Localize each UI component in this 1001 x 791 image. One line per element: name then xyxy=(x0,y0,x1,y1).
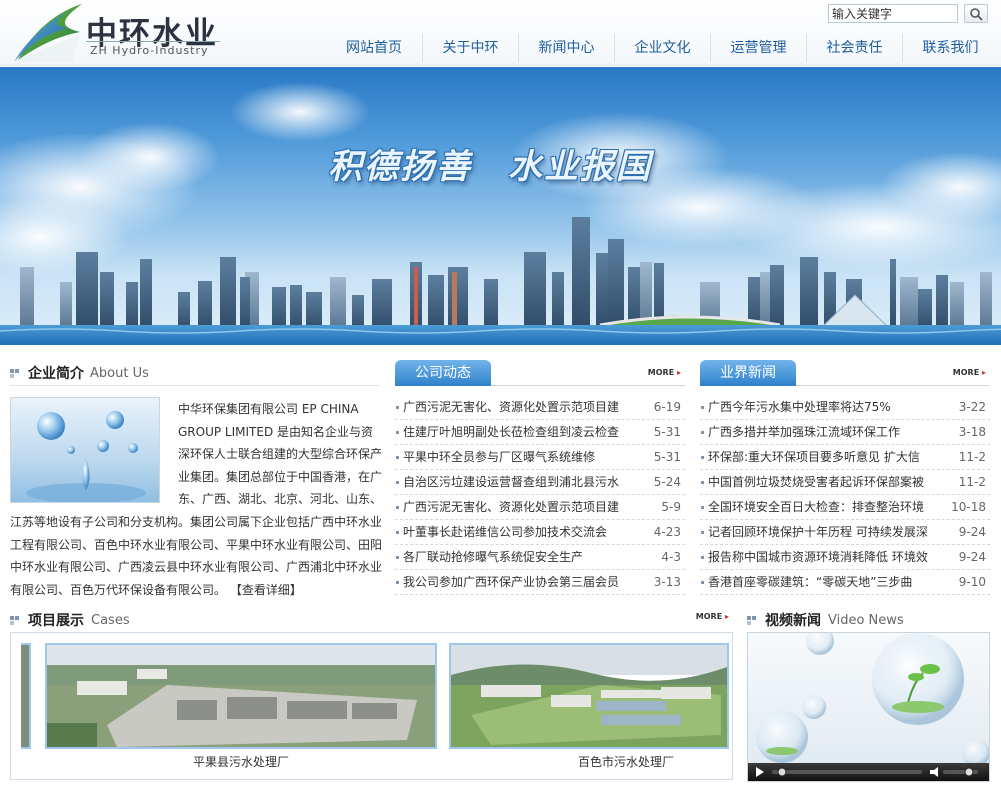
nav-operations[interactable]: 运营管理 xyxy=(710,34,806,62)
nav-contact[interactable]: 联系我们 xyxy=(902,34,998,62)
list-item[interactable]: 报告称中国城市资源环境消耗降低 环境效 9-24 xyxy=(700,545,990,570)
case-image-pingguo[interactable] xyxy=(45,643,437,749)
video-thumbnail xyxy=(756,633,989,767)
search-button[interactable] xyxy=(964,4,988,23)
logo-divider xyxy=(86,41,220,42)
industry-news-header: 业界新闻 MORE ▸ xyxy=(700,360,990,386)
industry-news-list: 广西今年污水集中处理率将达75% 3-22 广西多措并举加强珠江流域环保工作 3-1… xyxy=(700,395,990,595)
list-item[interactable]: 全国环境安全百日大检查：排查整治环境 10-18 xyxy=(700,495,990,520)
nav-culture[interactable]: 企业文化 xyxy=(614,34,710,62)
main-nav: 网站首页 关于中环 新闻中心 企业文化 运营管理 社会责任 联系我们 xyxy=(326,34,998,62)
list-item[interactable]: 广西污泥无害化、资源化处置示范项目建 5-9 xyxy=(395,495,685,520)
list-item[interactable]: 记者回顾环境保护十年历程 可持续发展深 9-24 xyxy=(700,520,990,545)
hero-banner: 积德扬善 水业报国 xyxy=(0,67,1001,345)
company-news-more-button[interactable]: MORE ▸ xyxy=(648,368,681,377)
search-input[interactable] xyxy=(828,4,958,23)
about-more-link[interactable]: 【查看详细】 xyxy=(230,583,302,597)
about-title-en: About Us xyxy=(90,366,149,381)
tab-company-news[interactable]: 公司动态 xyxy=(395,360,491,386)
about-heading: 企业简介 About Us xyxy=(10,360,380,386)
nav-news[interactable]: 新闻中心 xyxy=(518,34,614,62)
list-item[interactable]: 环保部:重大环保项目要多听意见 扩大信 11-2 xyxy=(700,445,990,470)
list-item[interactable]: 广西今年污水集中处理率将达75% 3-22 xyxy=(700,395,990,420)
volume-icon xyxy=(930,767,938,777)
about-title-cn: 企业简介 xyxy=(28,366,84,382)
cases-more-button[interactable]: MORE ▸ xyxy=(696,612,729,621)
logo-text-en: ZH Hydro-Industry xyxy=(90,44,209,57)
nav-about[interactable]: 关于中环 xyxy=(422,34,518,62)
list-item[interactable]: 叶董事长赴诺维信公司参加技术交流会 4-23 xyxy=(395,520,685,545)
cases-carousel: 平果县污水处理厂 百色市污水处理厂 xyxy=(10,632,733,780)
case-caption[interactable]: 平果县污水处理厂 xyxy=(45,753,437,770)
video-heading: 视频新闻 Video News xyxy=(747,607,990,633)
list-item[interactable]: 各厂联动抢修曝气系统促安全生产 4-3 xyxy=(395,545,685,570)
tab-industry-news[interactable]: 业界新闻 xyxy=(700,360,796,386)
video-player[interactable] xyxy=(747,632,990,782)
list-item[interactable]: 中国首例垃圾焚烧受害者起诉环保部案被 11-2 xyxy=(700,470,990,495)
city-skyline-image xyxy=(0,82,1001,345)
list-item[interactable]: 我公司参加广西环保产业协会第三届会员 3-13 xyxy=(395,570,685,595)
list-item[interactable]: 自治区污垃建设运营督查组到浦北县污水 5-24 xyxy=(395,470,685,495)
company-news-list: 广西污泥无害化、资源化处置示范项目建 6-19 住建厅叶旭明副处长莅检查组到凌云检… xyxy=(395,395,685,595)
play-icon xyxy=(756,767,764,777)
list-item[interactable]: 香港首座零碳建筑：“零碳天地”三步曲 9-10 xyxy=(700,570,990,595)
case-caption[interactable]: 百色市污水处理厂 xyxy=(531,753,721,770)
site-header: 中环水业 ZH Hydro-Industry 网站首页 关于中环 新闻中心 企业… xyxy=(0,0,1001,66)
video-controls xyxy=(748,763,989,781)
section-square-icon xyxy=(10,616,20,626)
case-image-baise[interactable] xyxy=(449,643,729,749)
video-title-cn: 视频新闻 xyxy=(765,613,821,629)
industry-news-more-button[interactable]: MORE ▸ xyxy=(953,368,986,377)
nav-responsibility[interactable]: 社会责任 xyxy=(806,34,902,62)
case-image-partial[interactable] xyxy=(21,643,31,749)
list-item[interactable]: 广西污泥无害化、资源化处置示范项目建 6-19 xyxy=(395,395,685,420)
search-icon xyxy=(970,8,983,21)
cases-heading: 项目展示 Cases MORE ▸ xyxy=(10,607,733,633)
banner-slogan: 积德扬善 水业报国 xyxy=(328,147,652,187)
cases-title-en: Cases xyxy=(91,613,130,628)
list-item[interactable]: 平果中环全员参与厂区曝气系统维修 5-31 xyxy=(395,445,685,470)
logo-icon[interactable] xyxy=(10,2,84,64)
list-item[interactable]: 广西多措并举加强珠江流域环保工作 3-18 xyxy=(700,420,990,445)
section-square-icon xyxy=(10,369,20,379)
section-square-icon xyxy=(747,616,757,626)
nav-home[interactable]: 网站首页 xyxy=(326,34,422,62)
cases-title-cn: 项目展示 xyxy=(28,613,84,629)
video-title-en: Video News xyxy=(828,613,904,628)
company-news-header: 公司动态 MORE ▸ xyxy=(395,360,685,386)
list-item[interactable]: 住建厅叶旭明副处长莅检查组到凌云检查 5-31 xyxy=(395,420,685,445)
about-text-block: 中华环保集团有限公司 EP CHINA GROUP LIMITED 是由知名企业… xyxy=(10,398,382,601)
